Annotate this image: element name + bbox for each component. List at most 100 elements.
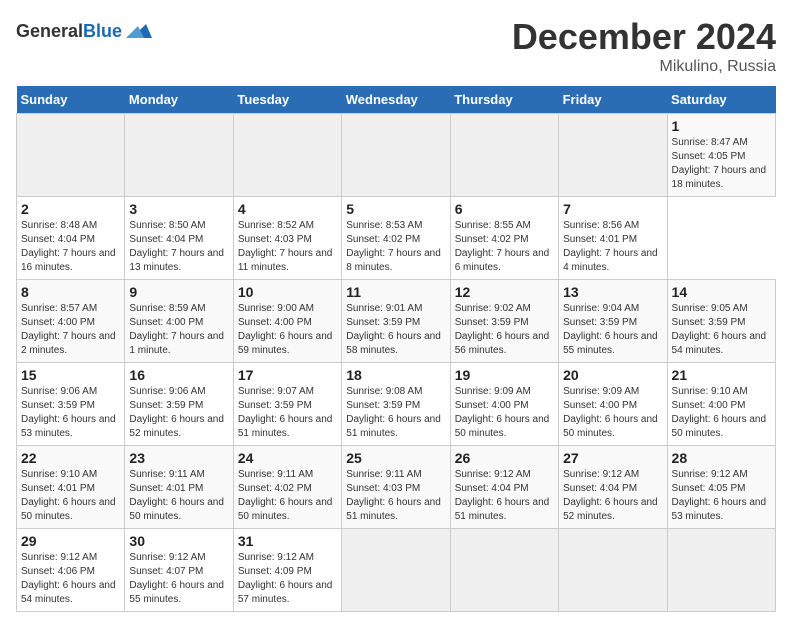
day-number: 11: [346, 284, 445, 300]
day-number: 10: [238, 284, 337, 300]
day-header-tuesday: Tuesday: [233, 86, 341, 114]
day-header-wednesday: Wednesday: [342, 86, 450, 114]
logo-general: General: [16, 21, 83, 41]
day-number: 27: [563, 450, 662, 466]
day-info: Sunrise: 8:55 AMSunset: 4:02 PMDaylight:…: [455, 220, 550, 273]
day-cell-12: 12 Sunrise: 9:02 AMSunset: 3:59 PMDayligh…: [450, 280, 558, 363]
day-number: 29: [21, 533, 120, 549]
title-area: December 2024 Mikulino, Russia: [512, 16, 776, 76]
day-cell-22: 22 Sunrise: 9:10 AMSunset: 4:01 PMDayligh…: [17, 446, 125, 529]
day-info: Sunrise: 9:12 AMSunset: 4:09 PMDaylight:…: [238, 552, 333, 605]
day-info: Sunrise: 8:53 AMSunset: 4:02 PMDaylight:…: [346, 220, 441, 273]
day-cell-8: 8Sunrise: 8:57 AMSunset: 4:00 PMDaylight…: [17, 280, 125, 363]
day-info: Sunrise: 9:05 AMSunset: 3:59 PMDaylight:…: [672, 303, 767, 356]
empty-cell: [450, 529, 558, 612]
day-cell-3: 3 Sunrise: 8:50 AMSunset: 4:04 PMDaylight…: [125, 197, 233, 280]
day-number: 3: [129, 201, 228, 217]
logo-blue: Blue: [83, 21, 122, 41]
day-info: Sunrise: 9:12 AMSunset: 4:07 PMDaylight:…: [129, 552, 224, 605]
day-number: 14: [672, 284, 771, 300]
logo-icon: [124, 16, 154, 46]
day-cell-16: 16 Sunrise: 9:06 AMSunset: 3:59 PMDayligh…: [125, 363, 233, 446]
day-number: 16: [129, 367, 228, 383]
day-info: Sunrise: 9:12 AMSunset: 4:04 PMDaylight:…: [563, 469, 658, 522]
day-cell-30: 30 Sunrise: 9:12 AMSunset: 4:07 PMDayligh…: [125, 529, 233, 612]
day-cell-6: 6Sunrise: 8:55 AMSunset: 4:02 PMDaylight…: [450, 197, 558, 280]
day-cell-27: 27 Sunrise: 9:12 AMSunset: 4:04 PMDayligh…: [559, 446, 667, 529]
day-cell-21: 21 Sunrise: 9:10 AMSunset: 4:00 PMDayligh…: [667, 363, 775, 446]
day-number: 12: [455, 284, 554, 300]
day-info: Sunrise: 8:50 AMSunset: 4:04 PMDaylight:…: [129, 220, 224, 273]
day-number: 26: [455, 450, 554, 466]
day-info: Sunrise: 9:02 AMSunset: 3:59 PMDaylight:…: [455, 303, 550, 356]
day-number: 28: [672, 450, 771, 466]
day-number: 17: [238, 367, 337, 383]
day-number: 20: [563, 367, 662, 383]
day-cell-7: 7Sunrise: 8:56 AMSunset: 4:01 PMDaylight…: [559, 197, 667, 280]
day-number: 22: [21, 450, 120, 466]
day-info: Sunrise: 9:12 AMSunset: 4:06 PMDaylight:…: [21, 552, 116, 605]
day-number: 4: [238, 201, 337, 217]
day-info: Sunrise: 8:47 AMSunset: 4:05 PMDaylight:…: [672, 137, 767, 190]
day-cell-11: 11 Sunrise: 9:01 AMSunset: 3:59 PMDayligh…: [342, 280, 450, 363]
week-row-4: 22 Sunrise: 9:10 AMSunset: 4:01 PMDayligh…: [17, 446, 776, 529]
location-title: Mikulino, Russia: [512, 58, 776, 76]
day-number: 8: [21, 284, 120, 300]
empty-cell: [233, 114, 341, 197]
empty-cell: [17, 114, 125, 197]
day-cell-1: 1 Sunrise: 8:47 AMSunset: 4:05 PMDaylight…: [667, 114, 775, 197]
day-cell-2: 2 Sunrise: 8:48 AMSunset: 4:04 PMDaylight…: [17, 197, 125, 280]
day-cell-25: 25 Sunrise: 9:11 AMSunset: 4:03 PMDayligh…: [342, 446, 450, 529]
day-cell-18: 18Sunrise: 9:08 AMSunset: 3:59 PMDayligh…: [342, 363, 450, 446]
day-info: Sunrise: 9:01 AMSunset: 3:59 PMDaylight:…: [346, 303, 441, 356]
day-cell-5: 5 Sunrise: 8:53 AMSunset: 4:02 PMDaylight…: [342, 197, 450, 280]
day-number: 15: [21, 367, 120, 383]
day-cell-20: 20 Sunrise: 9:09 AMSunset: 4:00 PMDayligh…: [559, 363, 667, 446]
day-number: 30: [129, 533, 228, 549]
day-cell-9: 9 Sunrise: 8:59 AMSunset: 4:00 PMDaylight…: [125, 280, 233, 363]
day-info: Sunrise: 9:09 AMSunset: 4:00 PMDaylight:…: [563, 386, 658, 439]
calendar-table: SundayMondayTuesdayWednesdayThursdayFrid…: [16, 86, 776, 612]
empty-cell: [450, 114, 558, 197]
day-info: Sunrise: 9:06 AMSunset: 3:59 PMDaylight:…: [129, 386, 224, 439]
day-number: 23: [129, 450, 228, 466]
day-number: 9: [129, 284, 228, 300]
day-info: Sunrise: 9:07 AMSunset: 3:59 PMDaylight:…: [238, 386, 333, 439]
day-cell-17: 17 Sunrise: 9:07 AMSunset: 3:59 PMDayligh…: [233, 363, 341, 446]
day-number: 19: [455, 367, 554, 383]
empty-cell: [342, 114, 450, 197]
day-cell-26: 26 Sunrise: 9:12 AMSunset: 4:04 PMDayligh…: [450, 446, 558, 529]
day-number: 21: [672, 367, 771, 383]
day-cell-4: 4 Sunrise: 8:52 AMSunset: 4:03 PMDaylight…: [233, 197, 341, 280]
day-info: Sunrise: 9:09 AMSunset: 4:00 PMDaylight:…: [455, 386, 550, 439]
empty-cell: [667, 529, 775, 612]
day-number: 24: [238, 450, 337, 466]
day-number: 7: [563, 201, 662, 217]
day-number: 2: [21, 201, 120, 217]
day-cell-23: 23 Sunrise: 9:11 AMSunset: 4:01 PMDayligh…: [125, 446, 233, 529]
day-cell-14: 14 Sunrise: 9:05 AMSunset: 3:59 PMDayligh…: [667, 280, 775, 363]
day-number: 5: [346, 201, 445, 217]
day-info: Sunrise: 8:59 AMSunset: 4:00 PMDaylight:…: [129, 303, 224, 356]
day-info: Sunrise: 9:10 AMSunset: 4:00 PMDaylight:…: [672, 386, 767, 439]
day-info: Sunrise: 8:48 AMSunset: 4:04 PMDaylight:…: [21, 220, 116, 273]
day-info: Sunrise: 9:10 AMSunset: 4:01 PMDaylight:…: [21, 469, 116, 522]
day-number: 25: [346, 450, 445, 466]
day-info: Sunrise: 9:11 AMSunset: 4:01 PMDaylight:…: [129, 469, 224, 522]
empty-cell: [559, 529, 667, 612]
day-cell-19: 19 Sunrise: 9:09 AMSunset: 4:00 PMDayligh…: [450, 363, 558, 446]
header: GeneralBlue December 2024 Mikulino, Russ…: [16, 16, 776, 76]
week-row-3: 15 Sunrise: 9:06 AMSunset: 3:59 PMDayligh…: [17, 363, 776, 446]
day-cell-10: 10Sunrise: 9:00 AMSunset: 4:00 PMDayligh…: [233, 280, 341, 363]
day-info: Sunrise: 9:04 AMSunset: 3:59 PMDaylight:…: [563, 303, 658, 356]
day-info: Sunrise: 9:11 AMSunset: 4:03 PMDaylight:…: [346, 469, 441, 522]
day-number: 31: [238, 533, 337, 549]
day-cell-13: 13Sunrise: 9:04 AMSunset: 3:59 PMDayligh…: [559, 280, 667, 363]
day-cell-15: 15Sunrise: 9:06 AMSunset: 3:59 PMDayligh…: [17, 363, 125, 446]
day-number: 1: [672, 118, 771, 134]
day-info: Sunrise: 8:52 AMSunset: 4:03 PMDaylight:…: [238, 220, 333, 273]
day-info: Sunrise: 9:12 AMSunset: 4:05 PMDaylight:…: [672, 469, 767, 522]
empty-cell: [342, 529, 450, 612]
day-info: Sunrise: 9:12 AMSunset: 4:04 PMDaylight:…: [455, 469, 550, 522]
days-header-row: SundayMondayTuesdayWednesdayThursdayFrid…: [17, 86, 776, 114]
